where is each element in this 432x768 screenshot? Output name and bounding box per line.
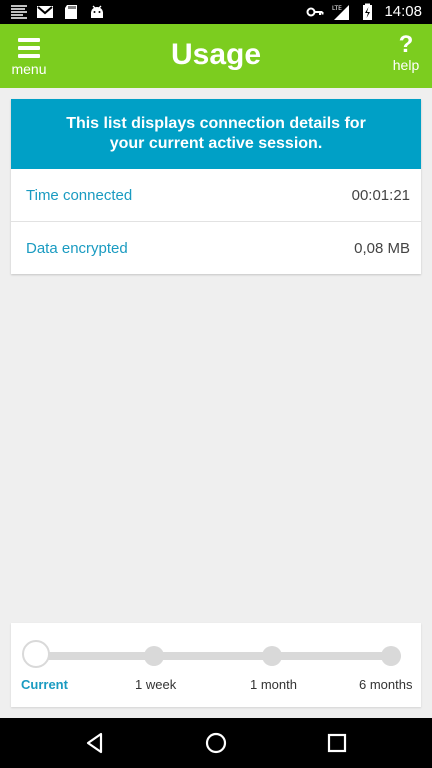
row-value: 0,08 MB: [354, 239, 410, 257]
row-label: Time connected: [26, 186, 133, 204]
recents-icon[interactable]: [324, 730, 350, 756]
gmail-icon: [37, 6, 53, 18]
help-button[interactable]: ? help: [386, 32, 426, 80]
back-icon[interactable]: [82, 730, 108, 756]
home-icon[interactable]: [203, 730, 229, 756]
status-left-icons: [10, 3, 106, 21]
battery-charging-icon: [363, 3, 373, 20]
page-title: Usage: [170, 38, 262, 71]
status-bar: LTE 14:08: [0, 0, 432, 24]
list-item-time-connected: Time connected 00:01:21: [11, 169, 421, 221]
period-node-1-week[interactable]: [144, 646, 164, 666]
period-option-1-month[interactable]: 1 month: [250, 677, 297, 692]
status-right-icons: LTE 14:08: [306, 2, 422, 22]
help-label: help: [392, 57, 420, 73]
period-option-6-months[interactable]: 6 months: [359, 677, 412, 692]
period-selector: Current 1 week 1 month 6 months: [11, 623, 421, 707]
info-message: This list displays connection details fo…: [11, 99, 421, 169]
period-node-6-months[interactable]: [381, 646, 401, 666]
navigation-bar: [0, 718, 432, 768]
row-value: 00:01:21: [351, 186, 410, 204]
android-icon: [91, 5, 103, 18]
period-slider-track[interactable]: [37, 652, 401, 660]
notification-stripes-icon: [11, 5, 27, 19]
row-label: Data encrypted: [26, 239, 128, 257]
usage-card: This list displays connection details fo…: [11, 99, 421, 274]
app-bar: menu Usage ? help: [0, 24, 432, 88]
sd-card-icon: [65, 5, 77, 19]
period-option-current[interactable]: Current: [21, 677, 68, 692]
vpn-key-icon: [306, 7, 324, 17]
lte-signal-icon: LTE: [332, 5, 350, 20]
status-time: 14:08: [384, 3, 422, 20]
list-item-data-encrypted: Data encrypted 0,08 MB: [11, 221, 421, 274]
period-slider-thumb[interactable]: [22, 640, 50, 668]
period-option-1-week[interactable]: 1 week: [135, 677, 176, 692]
svg-text:LTE: LTE: [332, 5, 342, 12]
question-mark-icon: ?: [398, 31, 414, 58]
period-node-1-month[interactable]: [262, 646, 282, 666]
